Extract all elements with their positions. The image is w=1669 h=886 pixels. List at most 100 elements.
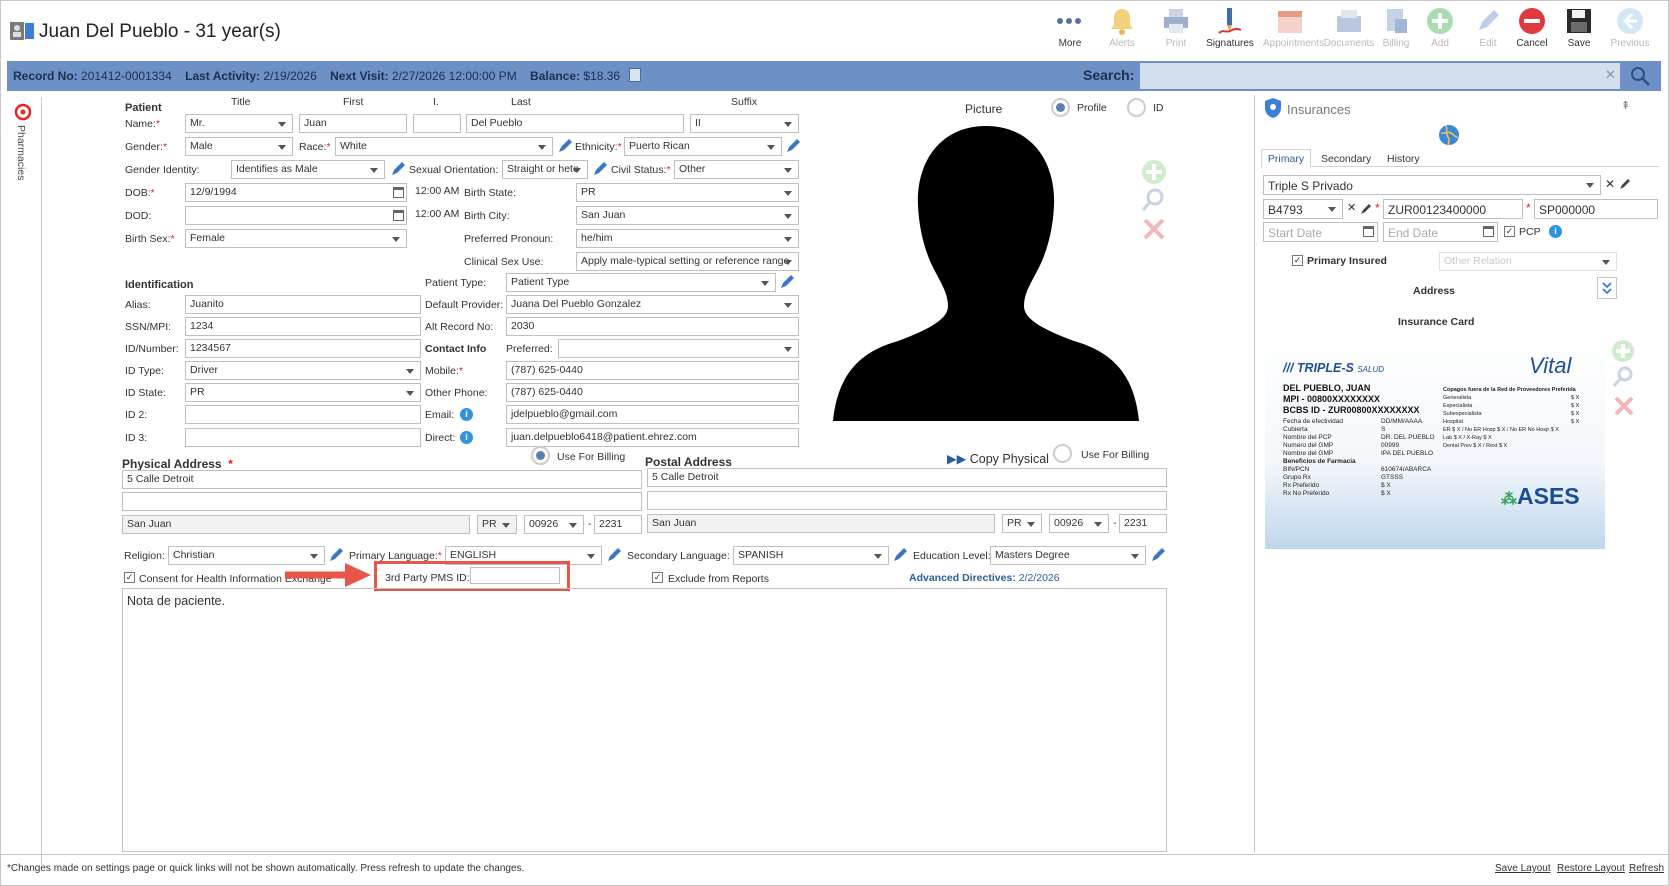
start-date-calendar-icon[interactable] — [1363, 226, 1374, 237]
save-layout-link[interactable]: Save Layout — [1495, 863, 1551, 874]
id-radio[interactable] — [1127, 98, 1146, 117]
balance-detail-icon[interactable] — [629, 68, 641, 82]
birth-sex-select[interactable]: Female — [185, 229, 407, 248]
patient-type-select[interactable]: Patient Type — [506, 273, 776, 292]
dod-input[interactable] — [185, 206, 407, 225]
postal-line1-input[interactable]: 5 Calle Detroit — [647, 468, 1167, 487]
end-date-calendar-icon[interactable] — [1483, 226, 1494, 237]
alerts-button[interactable]: Alerts — [1095, 7, 1149, 49]
member-id-input[interactable]: ZUR00123400000 — [1383, 199, 1523, 219]
preferred-pronoun-select[interactable]: he/him — [576, 229, 799, 248]
sp-id-input[interactable]: SP000000 — [1534, 199, 1658, 219]
alias-input[interactable]: Juanito — [185, 295, 421, 314]
physical-state-select[interactable]: PR — [477, 515, 517, 534]
primary-insured-checkbox[interactable]: ✓ — [1292, 255, 1303, 266]
clinical-sex-select[interactable]: Apply male-typical setting or reference … — [576, 252, 799, 271]
first-name-input[interactable]: Juan — [299, 114, 407, 133]
email-info-icon[interactable]: i — [460, 408, 473, 421]
direct-info-icon[interactable]: i — [460, 431, 473, 444]
default-provider-select[interactable]: Juana Del Pueblo Gonzalez — [506, 295, 799, 314]
secondary-language-edit-icon[interactable] — [893, 548, 907, 562]
ssn-input[interactable]: 1234 — [185, 317, 421, 336]
remove-card-icon[interactable] — [1613, 395, 1635, 420]
refresh-link[interactable]: Refresh — [1629, 863, 1664, 874]
postal-line2-input[interactable] — [647, 491, 1167, 510]
dob-time[interactable]: 12:00 AM — [411, 183, 461, 202]
physical-line1-input[interactable]: 5 Calle Detroit — [122, 470, 642, 489]
restore-layout-link[interactable]: Restore Layout — [1557, 863, 1625, 874]
postal-zip-select[interactable]: 00926 — [1049, 514, 1109, 533]
clear-plan-icon[interactable]: ✕ — [1605, 177, 1615, 191]
suffix-select[interactable]: II — [690, 114, 799, 133]
insurance-globe-icon[interactable] — [1437, 123, 1461, 150]
advanced-directives-link[interactable]: Advanced Directives: 2/2/2026 — [909, 572, 1060, 584]
pharmacies-tab[interactable]: Pharmacies — [9, 103, 35, 197]
education-edit-icon[interactable] — [1151, 548, 1165, 562]
email-input[interactable]: jdelpueblo@gmail.com — [506, 405, 799, 424]
appointments-button[interactable]: Appointments — [1263, 7, 1324, 49]
physical-billing-radio[interactable] — [531, 446, 550, 465]
id3-input[interactable] — [185, 428, 421, 447]
id-number-input[interactable]: 1234567 — [185, 339, 421, 358]
gender-identity-edit-icon[interactable] — [391, 162, 405, 176]
zoom-photo-icon[interactable] — [1141, 187, 1167, 216]
zoom-card-icon[interactable] — [1611, 365, 1635, 392]
previous-button[interactable]: Previous — [1603, 7, 1657, 49]
consent-checkbox[interactable]: ✓ — [124, 572, 135, 583]
group-edit-icon[interactable] — [1360, 203, 1374, 217]
tab-history[interactable]: History — [1387, 153, 1420, 165]
birth-city-select[interactable]: San Juan — [576, 206, 799, 225]
race-select[interactable]: White — [335, 137, 553, 156]
pin-panel-icon[interactable]: ⇞ — [1621, 99, 1630, 112]
ethnicity-edit-icon[interactable] — [786, 139, 800, 153]
dod-calendar-icon[interactable] — [393, 210, 404, 221]
gender-select[interactable]: Male — [185, 137, 293, 156]
pms-id-input[interactable] — [470, 567, 560, 584]
signatures-button[interactable]: Signatures — [1203, 7, 1257, 49]
add-button[interactable]: Add — [1413, 7, 1467, 49]
more-button[interactable]: More — [1043, 7, 1097, 49]
primary-language-edit-icon[interactable] — [607, 548, 621, 562]
postal-zip4-input[interactable]: 2231 — [1119, 514, 1167, 533]
search-icon[interactable] — [1629, 65, 1655, 87]
exclude-reports-checkbox[interactable]: ✓ — [652, 572, 663, 583]
insurance-plan-select[interactable]: Triple S Privado — [1263, 175, 1601, 195]
pcp-info-icon[interactable]: i — [1549, 225, 1562, 238]
cancel-button[interactable]: Cancel — [1505, 7, 1559, 49]
search-input[interactable] — [1140, 63, 1620, 89]
dob-input[interactable]: 12/9/1994 — [185, 183, 407, 202]
birth-state-select[interactable]: PR — [576, 183, 799, 202]
postal-state-select[interactable]: PR — [1002, 514, 1042, 533]
religion-edit-icon[interactable] — [329, 548, 343, 562]
id-state-select[interactable]: PR — [185, 383, 421, 402]
race-edit-icon[interactable] — [558, 139, 572, 153]
dod-time[interactable]: 12:00 AM — [411, 206, 461, 225]
id-type-select[interactable]: Driver — [185, 361, 421, 380]
sexual-orientation-select[interactable]: Straight or hete — [502, 160, 588, 179]
documents-button[interactable]: Documents — [1322, 7, 1376, 49]
pcp-checkbox[interactable]: ✓ — [1504, 226, 1515, 237]
profile-radio[interactable] — [1051, 98, 1070, 117]
ethnicity-select[interactable]: Puerto Rican — [624, 137, 782, 156]
physical-city-input[interactable]: San Juan — [122, 515, 470, 534]
patient-notes-textarea[interactable]: Nota de paciente. — [122, 588, 1167, 852]
clear-search-icon[interactable]: ✕ — [1605, 67, 1616, 83]
postal-billing-radio[interactable] — [1053, 444, 1072, 463]
postal-city-input[interactable]: San Juan — [647, 514, 995, 533]
start-date-input[interactable]: Start Date — [1263, 222, 1378, 242]
physical-zip4-input[interactable]: 2231 — [594, 515, 642, 534]
physical-line2-input[interactable] — [122, 492, 642, 511]
insurance-group-select[interactable]: B4793 — [1263, 199, 1343, 219]
end-date-input[interactable]: End Date — [1383, 222, 1498, 242]
orientation-edit-icon[interactable] — [593, 162, 607, 176]
add-photo-icon[interactable] — [1141, 159, 1167, 188]
dob-calendar-icon[interactable] — [393, 187, 404, 198]
middle-initial-input[interactable] — [413, 114, 461, 133]
gender-identity-select[interactable]: Identifies as Male — [231, 160, 385, 179]
preferred-contact-select[interactable] — [558, 339, 799, 358]
id2-input[interactable] — [185, 405, 421, 424]
civil-status-select[interactable]: Other — [674, 160, 799, 179]
other-phone-input[interactable]: (787) 625-0440 — [506, 383, 799, 402]
alt-record-input[interactable]: 2030 — [506, 317, 799, 336]
plan-edit-icon[interactable] — [1619, 178, 1633, 192]
